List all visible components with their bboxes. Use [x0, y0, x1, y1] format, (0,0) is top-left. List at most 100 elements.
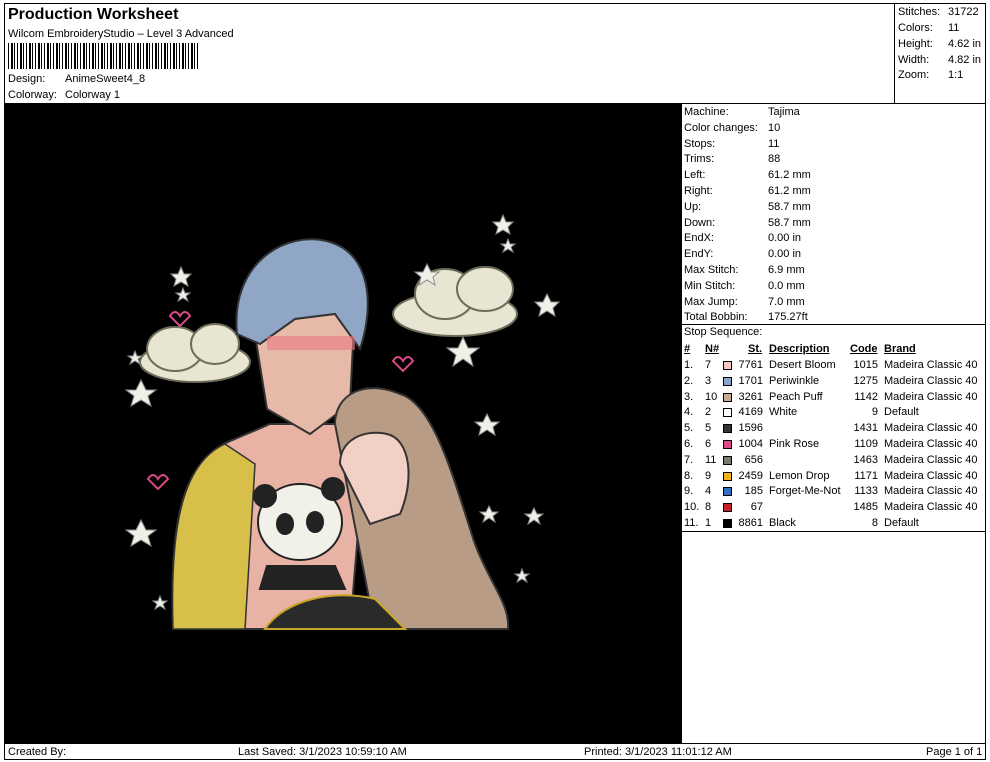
color-swatch: [723, 487, 732, 497]
row-stitches: 8861: [738, 517, 763, 529]
height-value: 4.62 in: [948, 38, 982, 50]
color-swatch: [723, 376, 732, 386]
footer-divider: [4, 743, 986, 744]
col-brand-header: Brand: [884, 343, 916, 355]
color-swatch: [723, 503, 732, 513]
row-needle: 1: [705, 517, 712, 529]
panda: [253, 477, 347, 590]
row-brand: Madeira Classic 40: [884, 374, 978, 387]
machine-info-value: Tajima: [768, 106, 800, 118]
row-code: 1171: [854, 469, 878, 482]
row-brand: Madeira Classic 40: [884, 501, 978, 514]
machine-info-label: Color changes:: [684, 121, 758, 134]
row-description: Lemon Drop: [769, 469, 830, 482]
row-stitches: 1596: [738, 422, 763, 435]
row-code: 1142: [854, 390, 878, 403]
cloud-right: [392, 266, 518, 337]
row-stitches: 7761: [738, 359, 763, 371]
machine-info-value: 6.9 mm: [768, 264, 805, 276]
row-code: 1133: [854, 485, 878, 498]
row-index: 1.: [684, 359, 694, 371]
machine-info-label: Max Stitch:: [684, 264, 739, 276]
machine-info-value: 175.27ft: [768, 311, 808, 324]
design-value: AnimeSweet4_8: [65, 73, 146, 85]
row-brand: Madeira Classic 40: [884, 422, 978, 435]
row-brand: Madeira Classic 40: [884, 469, 978, 482]
embroidery-illustration: [124, 213, 561, 630]
zoom-label: Zoom:: [898, 69, 930, 81]
machine-info-label: Down:: [684, 216, 716, 229]
machine-info-label: Machine:: [684, 106, 729, 118]
machine-info-value: 61.2 mm: [768, 185, 811, 197]
machine-info-value: 0.00 in: [768, 248, 802, 261]
machine-info-label: EndY:: [684, 248, 714, 261]
row-stitches: 185: [744, 485, 763, 498]
page-title: Production Worksheet: [8, 6, 179, 23]
row-needle: 8: [705, 501, 712, 514]
row-code: 1275: [853, 374, 878, 387]
row-code: 1485: [853, 501, 878, 514]
color-swatch: [723, 408, 732, 418]
row-description: Pink Rose: [769, 438, 820, 450]
row-code: 1431: [853, 422, 878, 435]
stitches-value: 31722: [948, 6, 979, 18]
cloud-left: [139, 323, 251, 383]
colors-label: Colors:: [898, 22, 933, 34]
row-needle: 4: [705, 485, 712, 498]
row-needle: 7: [705, 359, 712, 371]
row-description: Periwinkle: [769, 374, 820, 387]
row-description: White: [769, 406, 798, 419]
row-brand: Madeira Classic 40: [884, 453, 978, 466]
stop-sequence-title: Stop Sequence:: [684, 326, 763, 338]
row-index: 6.: [684, 438, 694, 450]
machine-info-value: 58.7 mm: [768, 216, 811, 229]
row-index: 10.: [684, 501, 700, 514]
barcode: [8, 43, 198, 69]
row-stitches: 1701: [738, 374, 763, 387]
page-number: Page 1 of 1: [926, 746, 983, 758]
row-index: 9.: [684, 485, 694, 498]
row-stitches: 3261: [738, 390, 763, 403]
summary-divider: [894, 3, 895, 103]
row-needle: 10: [705, 390, 718, 403]
color-swatch: [723, 440, 732, 449]
col-needle-header: N#: [705, 343, 720, 355]
row-brand: Madeira Classic 40: [884, 485, 978, 498]
row-needle: 2: [705, 406, 712, 419]
row-index: 3.: [684, 390, 694, 403]
color-swatch: [723, 455, 732, 465]
colors-value: 11: [948, 22, 960, 34]
color-swatch: [723, 392, 732, 402]
machine-info-value: 61.2 mm: [768, 169, 811, 182]
stitches-label: Stitches:: [898, 6, 941, 18]
row-stitches: 4169: [738, 406, 763, 419]
design-label: Design:: [8, 73, 46, 85]
row-code: 1109: [854, 438, 878, 450]
row-needle: 3: [705, 374, 712, 387]
row-needle: 9: [705, 469, 712, 482]
design-preview: [5, 104, 681, 743]
colorway-value: Colorway 1: [65, 89, 121, 101]
machine-info-value: 0.0 mm: [768, 279, 805, 292]
machine-info-label: Max Jump:: [684, 295, 738, 308]
row-index: 2.: [684, 374, 694, 387]
row-brand: Madeira Classic 40: [884, 438, 978, 450]
software-name: Wilcom EmbroideryStudio – Level 3 Advanc…: [8, 28, 234, 40]
color-swatch: [723, 519, 732, 528]
sequence-divider: [681, 531, 986, 532]
machine-info-value: 11: [768, 137, 780, 150]
row-stitches: 2459: [738, 469, 763, 482]
color-swatch: [723, 361, 732, 370]
col-description-header: Description: [769, 343, 830, 355]
row-code: 8: [871, 517, 878, 529]
row-brand: Madeira Classic 40: [884, 359, 978, 371]
colorway-label: Colorway:: [8, 89, 57, 101]
row-needle: 6: [705, 438, 712, 450]
machine-info-value: 0.00 in: [768, 232, 802, 245]
tattoo-arm: [171, 443, 256, 630]
row-brand: Default: [884, 517, 919, 529]
last-saved: Last Saved: 3/1/2023 10:59:10 AM: [238, 746, 407, 758]
created-by: Created By:: [8, 746, 67, 758]
row-needle: 5: [705, 422, 712, 435]
height-label: Height:: [898, 38, 933, 50]
